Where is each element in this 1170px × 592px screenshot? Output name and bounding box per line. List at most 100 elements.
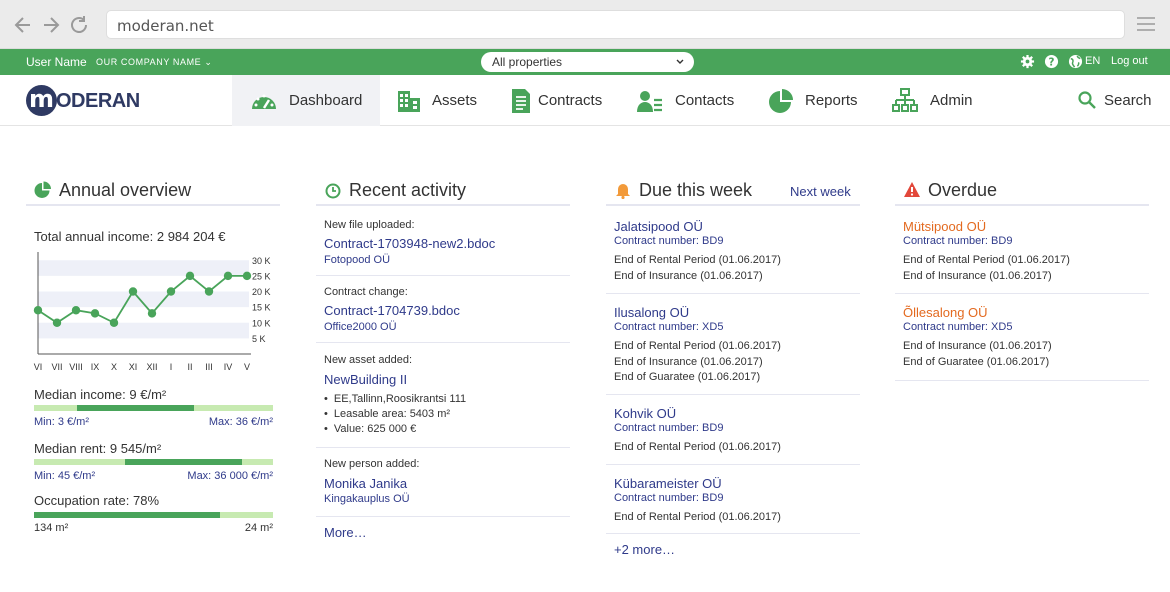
overdue-company-link[interactable]: Õllesalong OÜ (903, 305, 988, 320)
x-tick-label: V (244, 362, 250, 372)
x-tick-label: VIII (69, 362, 83, 372)
warning-icon (904, 182, 920, 197)
data-point (52, 318, 62, 327)
activity-type: Contract change: (324, 286, 408, 298)
median-income-label: Median income: 9 €/m² (34, 387, 167, 402)
panel-header: Overdue (895, 178, 1149, 206)
grid-band (38, 260, 249, 276)
y-tick-label: 30 K (252, 256, 271, 266)
x-tick-label: IX (91, 362, 100, 372)
activity-link[interactable]: Contract-1704739.bdoc (324, 303, 460, 318)
back-arrow-icon[interactable] (12, 14, 34, 36)
contract-number[interactable]: Contract number: BD9 (614, 492, 723, 504)
reload-icon[interactable] (68, 14, 90, 36)
person-list-icon (637, 91, 662, 112)
user-name-link[interactable]: User Name (26, 55, 87, 69)
occupied-area: 134 m² (34, 522, 69, 534)
x-tick-label: II (187, 362, 192, 372)
data-point (223, 271, 233, 281)
median-rent-range (124, 459, 242, 465)
activity-sub-link[interactable]: Fotopood OÜ (324, 254, 390, 266)
overdue-event: End of Guaratee (01.06.2017) (903, 356, 1050, 368)
data-point (109, 318, 119, 327)
company-selector[interactable]: OUR COMPANY NAME ⌄ (96, 57, 213, 68)
bell-icon (616, 184, 630, 199)
logout-link[interactable]: Log out (1111, 55, 1148, 67)
due-event: End of Rental Period (01.06.2017) (614, 254, 781, 266)
contract-number[interactable]: Contract number: BD9 (614, 422, 723, 434)
nav-label: Contacts (675, 92, 735, 109)
clock-icon (325, 183, 341, 199)
occupation-fill (34, 512, 221, 518)
panel-title: Annual overview (59, 180, 192, 200)
more-activity-link[interactable]: More… (324, 525, 367, 540)
nav-item-dashboard[interactable]: Dashboard (232, 75, 380, 126)
total-income: Total annual income: 2 984 204 € (34, 229, 226, 244)
activity-link[interactable]: Contract-1703948-new2.bdoc (324, 236, 495, 251)
activity-link[interactable]: NewBuilding II (324, 372, 407, 387)
contract-number[interactable]: Contract number: BD9 (614, 235, 723, 247)
due-item: Ilusalong OÜ Contract number: XD5 End of… (606, 305, 860, 395)
due-event: End of Rental Period (01.06.2017) (614, 511, 781, 523)
overdue-panel: Overdue Mütsipood OÜ Contract number: BD… (895, 178, 1149, 398)
activity-sub-link[interactable]: Office2000 OÜ (324, 321, 397, 333)
y-tick-label: 20 K (252, 287, 271, 297)
activity-type: New asset added: (324, 354, 413, 366)
due-company-link[interactable]: Jalatsipood OÜ (614, 219, 703, 234)
x-tick-label: IV (224, 362, 233, 372)
language-selector[interactable]: EN (1085, 55, 1100, 67)
moderan-logo[interactable]: m ODERAN (26, 85, 156, 117)
x-tick-label: III (205, 362, 213, 372)
due-this-week-panel: Due this week Next week Jalatsipood OÜ C… (606, 178, 860, 568)
panel-title: Overdue (928, 180, 998, 200)
url-bar[interactable]: moderan.net (106, 10, 1125, 39)
y-tick-label: 25 K (252, 271, 271, 281)
search-button[interactable]: Search (1078, 75, 1158, 126)
contract-number[interactable]: Contract number: XD5 (614, 321, 723, 333)
next-week-link[interactable]: Next week (790, 184, 851, 199)
due-item: Kohvik OÜ Contract number: BD9 End of Re… (606, 406, 860, 465)
median-rent-bar (34, 459, 273, 465)
activity-item: Contract change: Contract-1704739.bdoc O… (316, 286, 570, 343)
overdue-company-link[interactable]: Mütsipood OÜ (903, 219, 986, 234)
x-tick-label: X (111, 362, 117, 372)
nav-item-contracts[interactable]: Contracts (508, 75, 623, 126)
nav-item-contacts[interactable]: Contacts (637, 75, 752, 126)
gear-icon[interactable] (1020, 54, 1035, 69)
contract-number[interactable]: Contract number: XD5 (903, 321, 1012, 333)
overdue-item: Mütsipood OÜ Contract number: BD9 End of… (895, 219, 1149, 294)
due-company-link[interactable]: Kübarameister OÜ (614, 476, 722, 491)
chevron-down-icon: ⌄ (204, 57, 213, 67)
annual-overview-panel: Annual overview Total annual income: 2 9… (26, 178, 280, 558)
data-point (90, 309, 100, 318)
nav-item-assets[interactable]: Assets (396, 75, 496, 126)
nav-item-reports[interactable]: Reports (768, 75, 868, 126)
nav-item-admin[interactable]: Admin (892, 75, 982, 126)
help-icon[interactable]: ? (1044, 54, 1059, 69)
x-tick-label: XI (129, 362, 138, 372)
panel-header: Recent activity (316, 178, 570, 206)
forward-arrow-icon[interactable] (40, 14, 62, 36)
x-tick-label: XII (146, 362, 157, 372)
median-income-bar (34, 405, 273, 411)
due-event: End of Guaratee (01.06.2017) (614, 371, 761, 383)
due-company-link[interactable]: Kohvik OÜ (614, 406, 676, 421)
data-point (166, 287, 176, 296)
activity-sub-link[interactable]: Kingakauplus OÜ (324, 493, 410, 505)
activity-item: New file uploaded: Contract-1703948-new2… (316, 219, 570, 276)
activity-link[interactable]: Monika Janika (324, 476, 407, 491)
y-tick-label: 5 K (252, 334, 266, 344)
data-point (185, 271, 195, 281)
contract-number[interactable]: Contract number: BD9 (903, 235, 1012, 247)
more-due-link[interactable]: +2 more… (614, 542, 675, 557)
x-tick-label: VII (51, 362, 62, 372)
globe-icon[interactable] (1068, 54, 1083, 69)
due-company-link[interactable]: Ilusalong OÜ (614, 305, 689, 320)
due-event: End of Rental Period (01.06.2017) (614, 340, 781, 352)
data-point (71, 306, 81, 315)
property-select-value: All properties (492, 55, 563, 69)
property-select[interactable]: All properties (481, 52, 694, 72)
hamburger-menu-icon[interactable] (1137, 16, 1155, 32)
top-bar: User Name OUR COMPANY NAME ⌄ All propert… (0, 49, 1170, 75)
data-point (147, 309, 157, 318)
